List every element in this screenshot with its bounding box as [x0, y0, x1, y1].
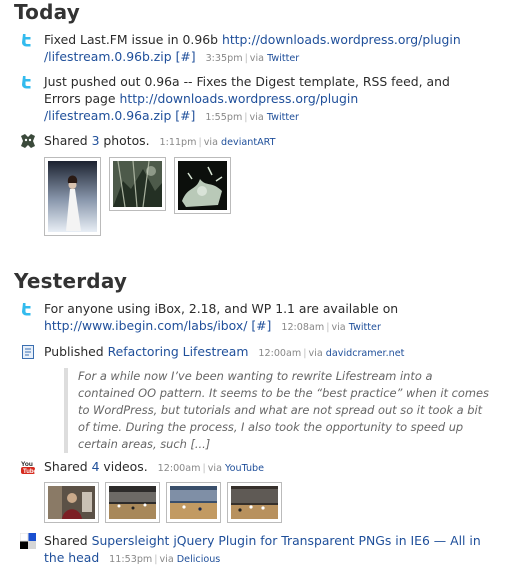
lifestream-entry: For anyone using iBox, 2.18, and WP 1.1 …	[20, 300, 498, 336]
video-image	[170, 486, 217, 519]
entry-meta: 11:53pm | via Delicious	[109, 554, 221, 565]
lifestream-entry: You Tube Shared 4 videos. 12:00am | via You…	[20, 458, 498, 523]
svg-text:Tube: Tube	[23, 469, 36, 475]
entry-time: 1:11pm	[159, 137, 197, 148]
lifestream-entry: Just pushed out 0.96a -- Fixes the Diges…	[20, 73, 498, 126]
twitter-icon	[20, 74, 36, 90]
photo-thumbnail[interactable]	[44, 157, 101, 236]
photo-thumbnail[interactable]	[174, 157, 231, 214]
source-link[interactable]: Twitter	[349, 322, 381, 333]
deviantart-icon	[20, 133, 36, 149]
item-count-link[interactable]: 4	[92, 459, 100, 474]
video-thumbnail[interactable]	[105, 482, 160, 523]
document-icon	[20, 344, 36, 360]
youtube-icon: You Tube	[20, 459, 38, 475]
source-link[interactable]: YouTube	[225, 463, 264, 474]
day-heading-yesterday: Yesterday	[14, 269, 128, 293]
lifestream-entry: Fixed Last.FM issue in 0.96b http://down…	[20, 31, 498, 67]
photo-thumbnail[interactable]	[109, 157, 166, 211]
source-link[interactable]: Delicious	[177, 554, 221, 565]
video-image	[109, 486, 156, 519]
svg-text:You: You	[21, 461, 33, 468]
photo-image	[48, 161, 97, 232]
delicious-icon	[19, 532, 36, 549]
source-link[interactable]: Twitter	[267, 112, 299, 123]
lifestream-entry: Shared Supersleight jQuery Plugin for Tr…	[19, 532, 498, 568]
day-heading-today: Today	[14, 0, 80, 24]
permalink-hash[interactable]: [#]	[175, 108, 195, 123]
video-thumbnail[interactable]	[44, 482, 99, 523]
entry-text: Fixed Last.FM issue in 0.96b	[44, 32, 219, 47]
entry-meta: 12:00am | via davidcramer.net	[258, 348, 405, 359]
entry-time: 3:35pm	[205, 53, 243, 64]
post-title-link[interactable]: Refactoring Lifestream	[108, 344, 249, 359]
entry-meta: 12:00am | via YouTube	[157, 463, 265, 474]
source-link[interactable]: davidcramer.net	[326, 348, 405, 359]
entry-meta: 12:08am | via Twitter	[281, 322, 381, 333]
photo-image	[178, 161, 227, 210]
video-thumbnail[interactable]	[166, 482, 221, 523]
entry-time: 11:53pm	[109, 554, 153, 565]
entry-link[interactable]: http://www.ibegin.com/labs/ibox/	[44, 318, 247, 333]
permalink-hash[interactable]: [#]	[176, 49, 196, 64]
entry-text: For anyone using iBox, 2.18, and WP 1.1 …	[44, 301, 399, 316]
entry-time: 12:00am	[258, 348, 302, 359]
entry-time: 1:55pm	[205, 112, 243, 123]
entry-text: Just pushed out 0.96a -- Fixes the Diges…	[44, 74, 450, 89]
entry-meta: 1:55pm | via Twitter	[205, 112, 299, 123]
twitter-icon	[20, 301, 36, 317]
video-image	[231, 486, 278, 519]
twitter-icon	[20, 32, 36, 48]
entry-meta: 1:11pm | via deviantART	[159, 137, 276, 148]
post-excerpt: For a while now I’ve been wanting to rew…	[64, 368, 498, 453]
permalink-hash[interactable]: [#]	[251, 318, 271, 333]
video-thumbnail[interactable]	[227, 482, 282, 523]
source-link[interactable]: deviantART	[221, 137, 275, 148]
lifestream-entry: Published Refactoring Lifestream 12:00am…	[20, 343, 498, 453]
video-image	[48, 486, 95, 519]
photo-image	[113, 160, 162, 208]
source-link[interactable]: Twitter	[267, 53, 299, 64]
item-count-link[interactable]: 3	[92, 133, 100, 148]
entry-time: 12:00am	[157, 463, 201, 474]
lifestream-entry: Shared 3 photos. 1:11pm | via deviantART	[20, 132, 498, 236]
entry-text: Errors page	[44, 91, 116, 106]
entry-time: 12:08am	[281, 322, 325, 333]
entry-meta: 3:35pm | via Twitter	[205, 53, 300, 64]
